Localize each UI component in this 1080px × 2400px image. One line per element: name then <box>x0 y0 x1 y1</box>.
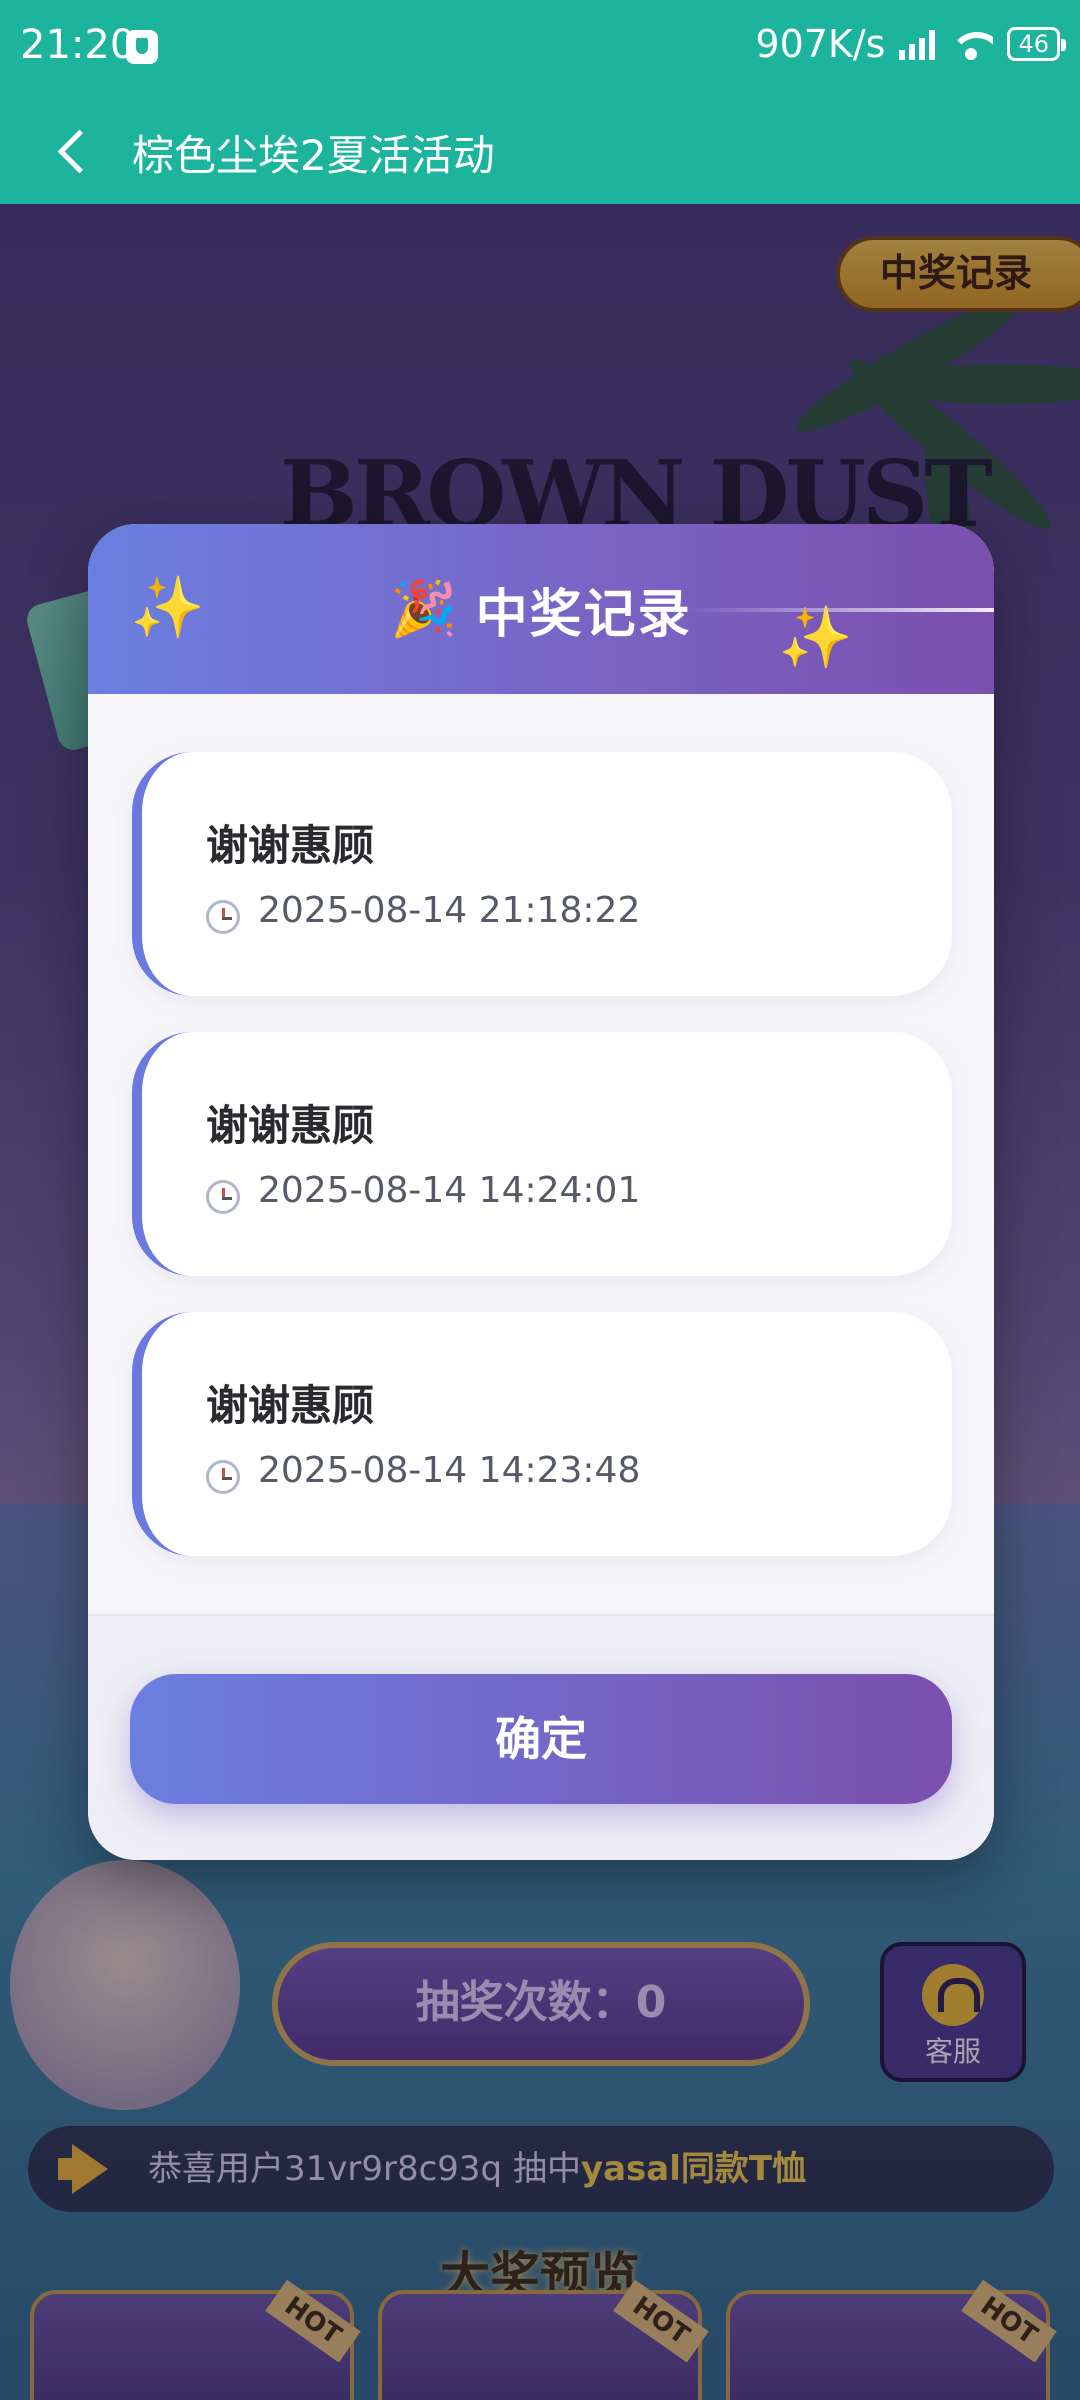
record-time: 2025-08-14 21:18:22 <box>258 890 641 931</box>
record-prize-name: 谢谢惠顾 <box>206 821 375 870</box>
modal-footer: 确定 <box>88 1614 994 1860</box>
shield-icon <box>126 30 158 64</box>
clock-icon <box>206 1460 240 1494</box>
record-list: 谢谢惠顾 2025-08-14 21:18:22 谢谢惠顾 2025-08-14… <box>132 752 952 1592</box>
record-time: 2025-08-14 14:23:48 <box>258 1450 641 1491</box>
record-prize-name: 谢谢惠顾 <box>206 1381 375 1430</box>
back-icon[interactable] <box>52 126 96 174</box>
prize-records-modal: ✨ ✨ 🎉 中奖记录 谢谢惠顾 2025-08-14 21:18:22 谢谢惠顾… <box>88 524 994 1860</box>
confirm-button[interactable]: 确定 <box>130 1674 952 1804</box>
modal-title: 中奖记录 <box>475 584 692 645</box>
status-right: 907K/s 46 <box>755 22 1066 66</box>
party-popper-icon: 🎉 <box>390 577 458 640</box>
clock-icon <box>206 1180 240 1214</box>
record-item: 谢谢惠顾 2025-08-14 14:24:01 <box>132 1032 952 1276</box>
battery-icon: 46 <box>1007 27 1066 61</box>
app-bar: 棕色尘埃2夏活活动 <box>0 96 1080 204</box>
signal-icon <box>899 28 936 60</box>
record-item: 谢谢惠顾 2025-08-14 14:23:48 <box>132 1312 952 1556</box>
page-title: 棕色尘埃2夏活活动 <box>132 131 495 180</box>
status-bar: 21:20 907K/s 46 <box>0 0 1080 96</box>
record-prize-name: 谢谢惠顾 <box>206 1101 375 1150</box>
wifi-icon <box>949 28 994 60</box>
network-speed: 907K/s <box>755 22 886 66</box>
modal-title-wrap: 🎉 中奖记录 <box>88 524 994 694</box>
record-item: 谢谢惠顾 2025-08-14 21:18:22 <box>132 752 952 996</box>
record-time: 2025-08-14 14:24:01 <box>258 1170 641 1211</box>
modal-header: ✨ ✨ 🎉 中奖记录 <box>88 524 994 694</box>
status-time: 21:20 <box>20 22 136 68</box>
clock-icon <box>206 900 240 934</box>
